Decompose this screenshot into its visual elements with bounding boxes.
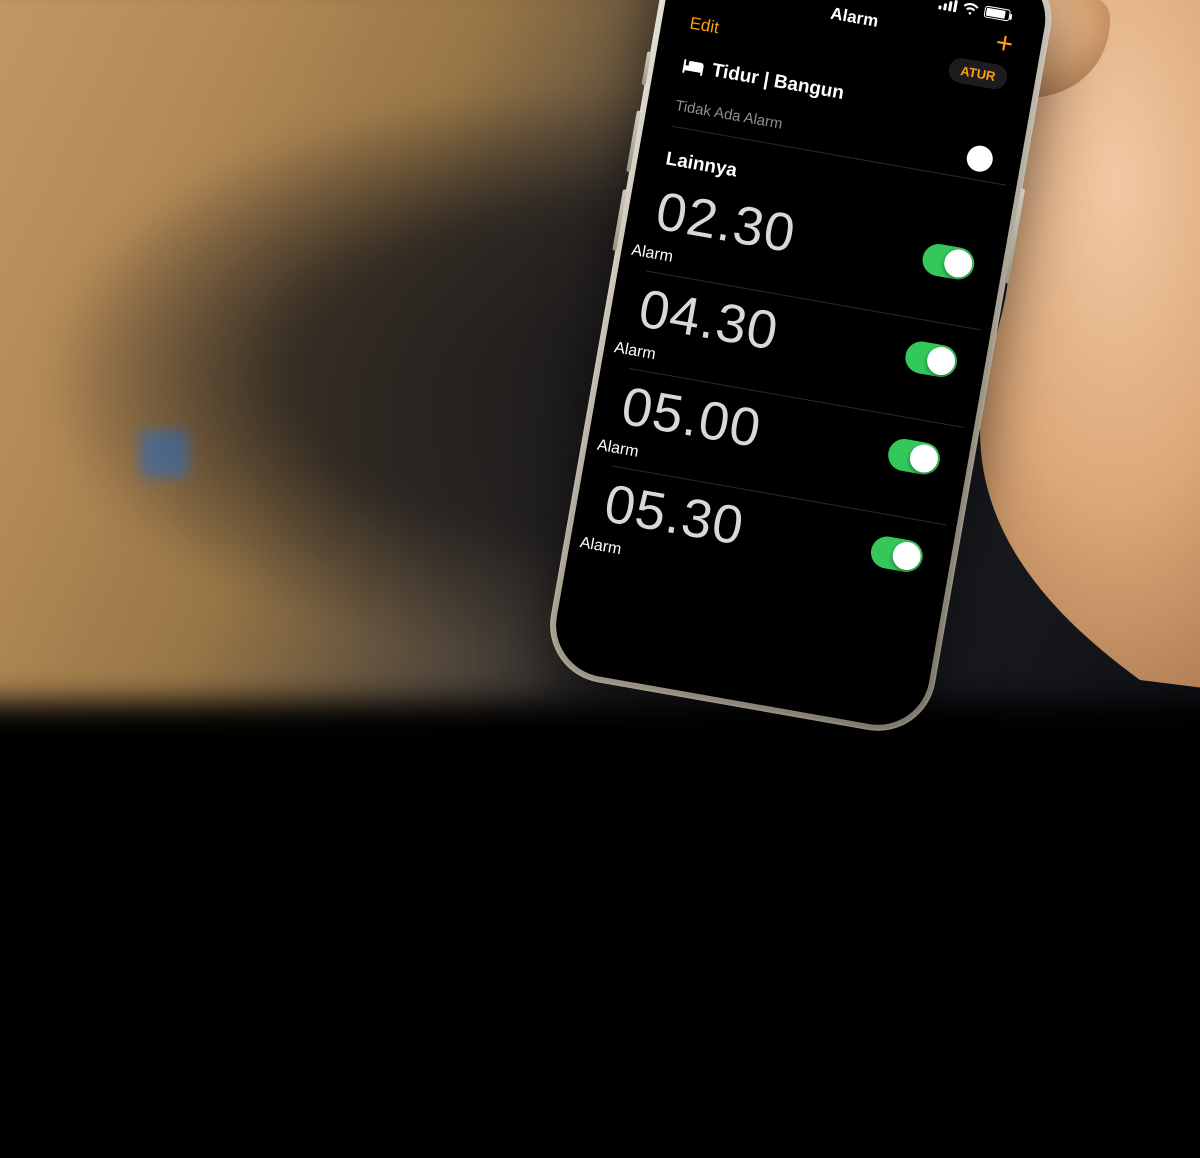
laptop-sticker-blur	[140, 430, 188, 478]
wifi-icon	[962, 2, 980, 17]
alarm-list: 02.30Alarm04.30Alarm05.00Alarm05.30Alarm	[577, 171, 998, 622]
bed-icon	[681, 58, 705, 78]
alarm-toggle[interactable]	[903, 339, 960, 380]
cellular-signal-icon	[938, 0, 958, 12]
no-alarm-label: Tidak Ada Alarm	[674, 97, 784, 133]
battery-icon	[983, 5, 1011, 21]
alarm-toggle[interactable]	[868, 534, 925, 575]
screen-title: Alarm	[829, 4, 880, 32]
alarm-toggle[interactable]	[920, 242, 977, 283]
add-alarm-button[interactable]: +	[994, 32, 1015, 57]
edit-button[interactable]: Edit	[688, 13, 720, 38]
alarm-toggle[interactable]	[886, 437, 943, 478]
sleep-alarm-indicator[interactable]	[965, 144, 995, 174]
